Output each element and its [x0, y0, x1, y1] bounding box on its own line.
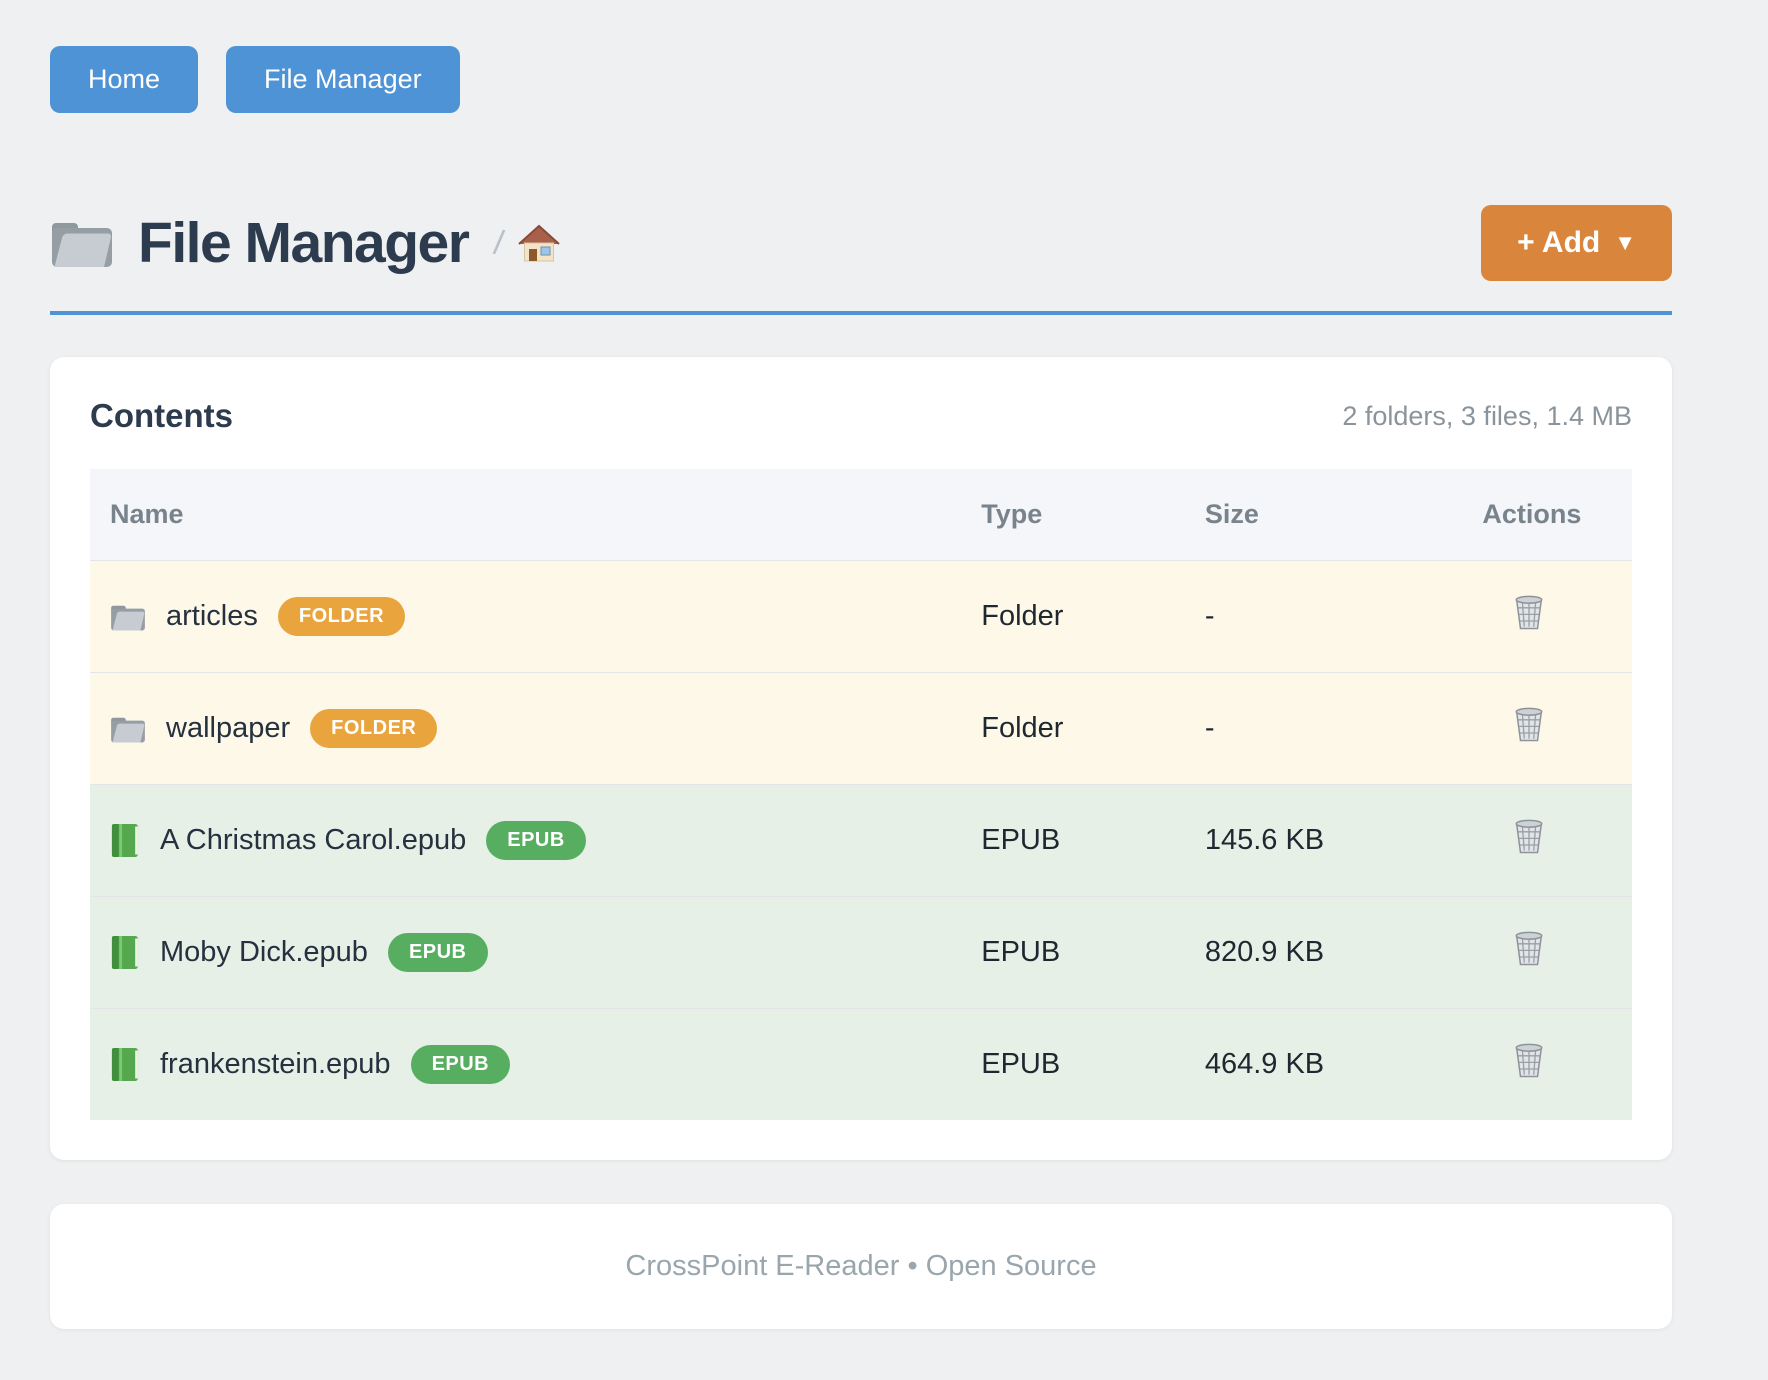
file-name[interactable]: frankenstein.epub: [160, 1048, 391, 1081]
file-size: 464.9 KB: [1185, 1009, 1463, 1121]
column-header-type: Type: [961, 469, 1185, 561]
column-header-size: Size: [1185, 469, 1463, 561]
file-name[interactable]: Moby Dick.epub: [160, 936, 368, 969]
file-size: -: [1185, 561, 1463, 673]
delete-button[interactable]: [1512, 593, 1546, 632]
type-badge: EPUB: [388, 933, 488, 972]
contents-card-header: Contents 2 folders, 3 files, 1.4 MB: [90, 397, 1632, 435]
trash-icon: [1512, 593, 1546, 632]
nav-home-button[interactable]: Home: [50, 46, 198, 113]
file-type: Folder: [961, 561, 1185, 673]
column-header-actions: Actions: [1462, 469, 1632, 561]
file-size: -: [1185, 673, 1463, 785]
file-table: Name Type Size Actions articles FOLDER F…: [90, 469, 1632, 1120]
contents-card: Contents 2 folders, 3 files, 1.4 MB Name…: [50, 357, 1672, 1160]
house-icon[interactable]: [518, 223, 560, 263]
file-type: EPUB: [961, 1009, 1185, 1121]
type-badge: EPUB: [486, 821, 586, 860]
file-name[interactable]: articles: [166, 600, 258, 633]
column-header-name: Name: [90, 469, 961, 561]
footer-text: CrossPoint E-Reader • Open Source: [625, 1250, 1096, 1282]
type-badge: FOLDER: [310, 709, 437, 748]
type-badge: EPUB: [411, 1045, 511, 1084]
trash-icon: [1512, 1041, 1546, 1080]
page-title: File Manager: [138, 212, 468, 275]
table-row[interactable]: articles FOLDER Folder -: [90, 561, 1632, 673]
file-size: 820.9 KB: [1185, 897, 1463, 1009]
contents-summary: 2 folders, 3 files, 1.4 MB: [1342, 401, 1632, 432]
delete-button[interactable]: [1512, 1041, 1546, 1080]
add-button[interactable]: + Add ▼: [1481, 205, 1672, 281]
file-type: Folder: [961, 673, 1185, 785]
folder-icon: [50, 216, 114, 270]
delete-button[interactable]: [1512, 929, 1546, 968]
add-button-label: + Add: [1517, 226, 1600, 260]
table-row[interactable]: frankenstein.epub EPUB EPUB 464.9 KB: [90, 1009, 1632, 1121]
page: Home File Manager File Manager / + Add ▼…: [0, 0, 1768, 1329]
trash-icon: [1512, 929, 1546, 968]
table-row[interactable]: A Christmas Carol.epub EPUB EPUB 145.6 K…: [90, 785, 1632, 897]
nav-file-manager-button[interactable]: File Manager: [226, 46, 460, 113]
file-name[interactable]: A Christmas Carol.epub: [160, 824, 466, 857]
table-header-row: Name Type Size Actions: [90, 469, 1632, 561]
type-badge: FOLDER: [278, 597, 405, 636]
title-group: File Manager /: [50, 212, 560, 275]
table-row[interactable]: wallpaper FOLDER Folder -: [90, 673, 1632, 785]
header-divider: [50, 311, 1672, 315]
folder-icon: [110, 714, 146, 744]
table-row[interactable]: Moby Dick.epub EPUB EPUB 820.9 KB: [90, 897, 1632, 1009]
chevron-down-icon: ▼: [1614, 230, 1636, 256]
top-nav: Home File Manager: [50, 46, 1672, 113]
trash-icon: [1512, 705, 1546, 744]
page-header: File Manager / + Add ▼: [50, 205, 1672, 281]
file-size: 145.6 KB: [1185, 785, 1463, 897]
contents-title: Contents: [90, 397, 233, 435]
book-icon: [110, 1047, 140, 1082]
file-name[interactable]: wallpaper: [166, 712, 290, 745]
delete-button[interactable]: [1512, 817, 1546, 856]
book-icon: [110, 935, 140, 970]
footer: CrossPoint E-Reader • Open Source: [50, 1204, 1672, 1329]
book-icon: [110, 823, 140, 858]
trash-icon: [1512, 817, 1546, 856]
delete-button[interactable]: [1512, 705, 1546, 744]
folder-icon: [110, 602, 146, 632]
file-type: EPUB: [961, 897, 1185, 1009]
breadcrumb: /: [494, 223, 559, 263]
breadcrumb-separator: /: [492, 223, 507, 263]
file-type: EPUB: [961, 785, 1185, 897]
